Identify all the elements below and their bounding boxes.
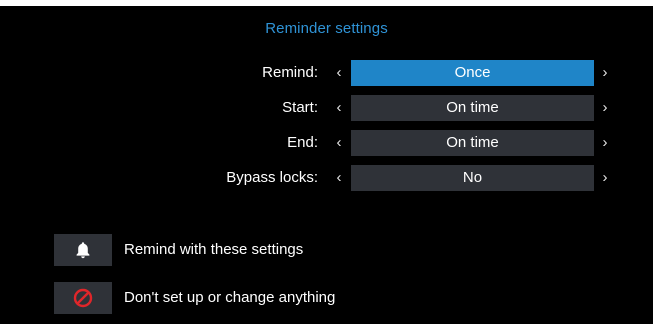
cancel-icon-box bbox=[54, 282, 112, 314]
cancel-action-button[interactable]: Don't set up or change anything bbox=[54, 282, 614, 314]
setting-row-end: End: ‹ On time › bbox=[0, 130, 653, 156]
remind-label: Remind: bbox=[262, 64, 318, 81]
start-next-arrow[interactable]: › bbox=[598, 95, 612, 121]
end-label: End: bbox=[287, 134, 318, 151]
start-prev-arrow[interactable]: ‹ bbox=[332, 95, 346, 121]
end-value[interactable]: On time bbox=[351, 130, 594, 156]
start-label: Start: bbox=[282, 99, 318, 116]
start-value[interactable]: On time bbox=[351, 95, 594, 121]
bypass-locks-label: Bypass locks: bbox=[226, 169, 318, 186]
bypass-locks-prev-arrow[interactable]: ‹ bbox=[332, 165, 346, 191]
remind-next-arrow[interactable]: › bbox=[598, 60, 612, 86]
cancel-action-label: Don't set up or change anything bbox=[124, 289, 336, 306]
bypass-locks-next-arrow[interactable]: › bbox=[598, 165, 612, 191]
bell-icon-box bbox=[54, 234, 112, 266]
remind-action-label: Remind with these settings bbox=[124, 241, 304, 258]
dialog-title: Reminder settings bbox=[265, 20, 388, 37]
setting-row-remind: Remind: ‹ Once › bbox=[0, 60, 653, 86]
bell-icon bbox=[76, 242, 90, 259]
bypass-locks-value[interactable]: No bbox=[351, 165, 594, 191]
end-prev-arrow[interactable]: ‹ bbox=[332, 130, 346, 156]
cancel-icon bbox=[73, 288, 93, 308]
setting-row-bypass-locks: Bypass locks: ‹ No › bbox=[0, 165, 653, 191]
setting-row-start: Start: ‹ On time › bbox=[0, 95, 653, 121]
remind-prev-arrow[interactable]: ‹ bbox=[332, 60, 346, 86]
remind-action-button[interactable]: Remind with these settings bbox=[54, 234, 614, 266]
remind-value[interactable]: Once bbox=[351, 60, 594, 86]
end-next-arrow[interactable]: › bbox=[598, 130, 612, 156]
